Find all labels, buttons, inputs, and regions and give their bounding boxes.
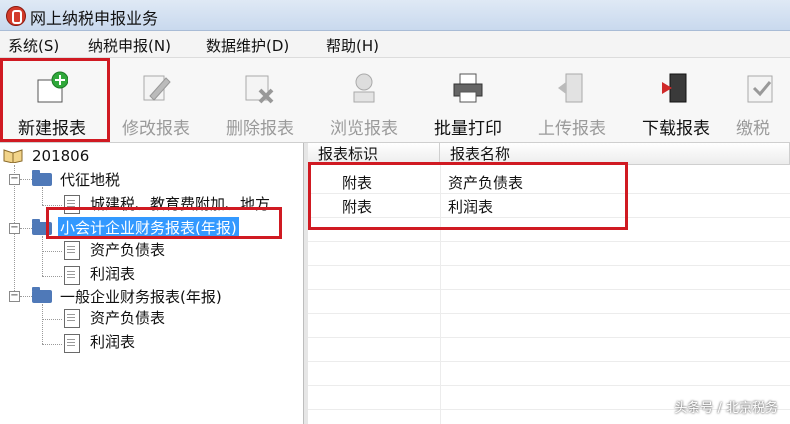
document-icon (64, 241, 80, 260)
tree-line (42, 236, 43, 276)
tree-line (42, 319, 62, 320)
browse-report-button[interactable]: 浏览报表 (312, 58, 416, 142)
menu-tax-filing[interactable]: 纳税申报(N) (88, 35, 171, 56)
batch-print-label: 批量打印 (434, 119, 502, 139)
tree-line (20, 179, 32, 180)
document-icon (64, 195, 80, 214)
tree-leaf-income-statement[interactable]: 利润表 (90, 331, 135, 352)
browse-report-label: 浏览报表 (330, 119, 398, 139)
cell-report-id: 附表 (342, 174, 373, 192)
watermark: 头条号 / 北京税务 (674, 401, 778, 416)
toolbar: 新建报表 修改报表 删除报表 浏览报表 批量打印 上传报表 下载报表 缴税 (0, 58, 790, 143)
tree-line (42, 344, 62, 345)
column-header-report-id[interactable]: 报表标识 (308, 143, 440, 165)
table-row-empty (308, 265, 790, 290)
tree-line (20, 296, 32, 297)
tree-root[interactable]: 201806 (32, 147, 89, 165)
table-row-empty (308, 361, 790, 386)
tree-line (42, 276, 62, 277)
upload-report-button[interactable]: 上传报表 (520, 58, 624, 142)
delete-report-icon (245, 75, 274, 104)
column-header-report-name[interactable]: 报表名称 (440, 143, 790, 165)
pay-tax-button[interactable]: 缴税 (728, 58, 790, 142)
tree-node-withholding-tax[interactable]: 代征地税 (60, 169, 120, 190)
folder-icon (32, 170, 52, 186)
folder-icon (32, 287, 52, 303)
report-tree[interactable]: 201806 − 代征地税 城建税、教育费附加、地方 − 小会计企业财务报表(年… (0, 143, 304, 424)
download-icon (662, 73, 687, 103)
tree-line (20, 228, 32, 229)
delete-report-label: 删除报表 (226, 119, 294, 139)
title-bar: 网上纳税申报业务 (0, 0, 790, 31)
delete-report-button[interactable]: 删除报表 (208, 58, 312, 142)
pay-tax-icon (747, 75, 773, 103)
download-report-button[interactable]: 下载报表 (624, 58, 728, 142)
upload-report-label: 上传报表 (538, 119, 606, 139)
tree-node-general-enterprise-report[interactable]: 一般企业财务报表(年报) (60, 286, 222, 307)
document-icon (64, 309, 80, 328)
tree-leaf-balance-sheet[interactable]: 资产负债表 (90, 307, 165, 328)
new-report-icon (37, 71, 68, 103)
tree-line (42, 304, 43, 344)
table-row-empty (308, 241, 790, 266)
upload-icon (558, 73, 583, 103)
document-icon (64, 266, 80, 285)
tree-line (42, 205, 62, 206)
batch-print-button[interactable]: 批量打印 (416, 58, 520, 142)
folder-icon (32, 219, 52, 235)
tree-leaf-balance-sheet[interactable]: 资产负债表 (90, 239, 165, 260)
table-row-empty (308, 313, 790, 338)
menu-data-maintenance[interactable]: 数据维护(D) (206, 35, 289, 56)
table-row-empty (308, 337, 790, 362)
table-row-empty (308, 289, 790, 314)
tree-line (42, 187, 43, 205)
printer-icon (453, 73, 483, 103)
tree-node-small-enterprise-report[interactable]: 小会计企业财务报表(年报) (58, 217, 239, 238)
tree-line (42, 251, 62, 252)
report-grid[interactable]: 报表标识 报表名称 附表 资产负债表 附表 利润表 (308, 143, 790, 424)
tree-expander[interactable]: − (9, 174, 20, 185)
root-book-icon (3, 149, 23, 163)
table-row-empty (308, 217, 790, 242)
app-logo-icon (6, 6, 26, 26)
edit-report-label: 修改报表 (122, 119, 190, 139)
menu-system[interactable]: 系统(S) (8, 35, 59, 56)
menu-bar: 系统(S) 纳税申报(N) 数据维护(D) 帮助(H) (0, 31, 790, 58)
edit-report-icon (143, 75, 171, 101)
menu-help[interactable]: 帮助(H) (326, 35, 379, 56)
new-report-button[interactable]: 新建报表 (0, 58, 104, 142)
table-row[interactable]: 附表 资产负债表 (308, 169, 790, 194)
table-row[interactable]: 附表 利润表 (308, 193, 790, 218)
browse-report-icon (353, 73, 375, 103)
document-icon (64, 334, 80, 353)
tree-expander[interactable]: − (9, 291, 20, 302)
pay-tax-label: 缴税 (736, 119, 770, 139)
cell-report-name: 利润表 (448, 198, 494, 216)
edit-report-button[interactable]: 修改报表 (104, 58, 208, 142)
tree-leaf-income-statement[interactable]: 利润表 (90, 263, 135, 284)
cell-report-name: 资产负债表 (448, 174, 524, 192)
tree-expander[interactable]: − (9, 223, 20, 234)
download-report-label: 下载报表 (642, 119, 710, 139)
window-title: 网上纳税申报业务 (30, 9, 159, 28)
cell-report-id: 附表 (342, 198, 373, 216)
new-report-label: 新建报表 (18, 119, 86, 139)
tree-leaf[interactable]: 城建税、教育费附加、地方 (90, 193, 270, 214)
